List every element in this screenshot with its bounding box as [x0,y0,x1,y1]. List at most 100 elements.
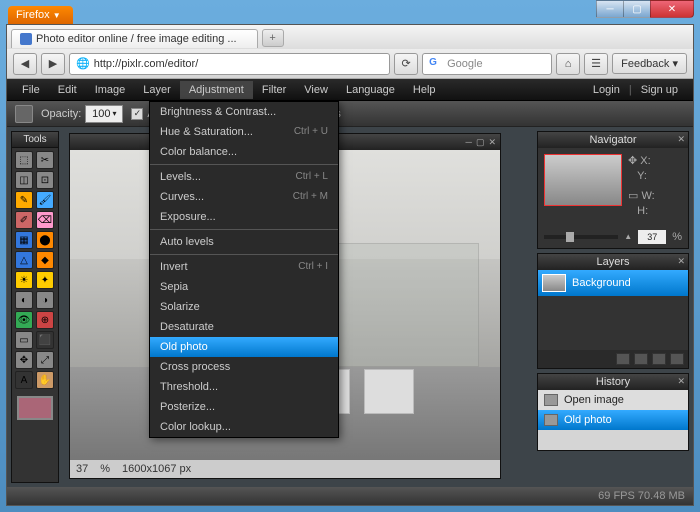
zoom-value: 37 [76,463,88,475]
navigator-thumbnail[interactable] [544,154,622,206]
new-tab-button[interactable]: + [262,29,284,47]
dd-curves-[interactable]: Curves...Ctrl + M [150,187,338,207]
tools-panel: Tools ⬚✂◫⊡✎🖌✐⌫▦⬤△◆☀✦◐◑👁⊕▭⬛✥⤢A✋ [11,131,59,483]
layer-row-background[interactable]: Background [538,270,688,296]
opacity-label: Opacity: [41,108,81,120]
tool-23[interactable]: ✋ [36,371,54,389]
history-item[interactable]: Open image [538,390,688,410]
dd-color-balance-[interactable]: Color balance... [150,142,338,162]
tool-19[interactable]: ⬛ [36,331,54,349]
window-minimize-button[interactable]: ─ [596,0,624,18]
tool-6[interactable]: ✐ [15,211,33,229]
navigator-coords: ✥ X: Y: ▭ W: H: [628,154,655,220]
dd-old-photo[interactable]: Old photo [150,337,338,357]
address-bar[interactable]: 🌐 http://pixlr.com/editor/ [69,53,390,75]
tool-4[interactable]: ✎ [15,191,33,209]
dd-levels-[interactable]: Levels...Ctrl + L [150,167,338,187]
tool-12[interactable]: ☀ [15,271,33,289]
opacity-input[interactable]: 100▾ [85,105,123,123]
layer-new-icon[interactable] [652,353,666,365]
tool-13[interactable]: ✦ [36,271,54,289]
tool-16[interactable]: 👁 [15,311,33,329]
signup-link[interactable]: Sign up [632,81,687,99]
menu-filter[interactable]: Filter [253,81,295,99]
menu-help[interactable]: Help [404,81,445,99]
layer-delete-icon[interactable] [670,353,684,365]
forward-button[interactable]: ▶ [41,53,65,75]
home-button[interactable]: ⌂ [556,53,580,75]
history-title: History [596,376,630,388]
google-icon: G [429,57,443,71]
tool-3[interactable]: ⊡ [36,171,54,189]
menu-adjustment[interactable]: Adjustment [180,81,253,99]
url-text: http://pixlr.com/editor/ [94,58,199,70]
tool-20[interactable]: ✥ [15,351,33,369]
tool-17[interactable]: ⊕ [36,311,54,329]
dd-auto-levels[interactable]: Auto levels [150,232,338,252]
menu-view[interactable]: View [295,81,337,99]
tool-21[interactable]: ⤢ [36,351,54,369]
color-swatch[interactable] [17,396,53,420]
menu-edit[interactable]: Edit [49,81,86,99]
window-controls: ─ ▢ ✕ [597,0,694,18]
canvas-maximize-icon[interactable]: ▢ [476,137,485,148]
navigator-title: Navigator [589,134,636,146]
reload-button[interactable]: ⟳ [394,53,418,75]
canvas-statusbar: 37 % 1600x1067 px [70,460,500,478]
dd-sepia[interactable]: Sepia [150,277,338,297]
layer-name: Background [572,277,631,289]
dd-threshold-[interactable]: Threshold... [150,377,338,397]
tool-22[interactable]: A [15,371,33,389]
tool-2[interactable]: ◫ [15,171,33,189]
tool-11[interactable]: ◆ [36,251,54,269]
dd-desaturate[interactable]: Desaturate [150,317,338,337]
tool-18[interactable]: ▭ [15,331,33,349]
dd-invert[interactable]: InvertCtrl + I [150,257,338,277]
adjustment-dropdown: Brightness & Contrast...Hue & Saturation… [149,101,339,438]
zoom-slider[interactable] [544,235,618,239]
window-maximize-button[interactable]: ▢ [623,0,651,18]
tool-10[interactable]: △ [15,251,33,269]
search-box[interactable]: G Google [422,53,552,75]
history-item[interactable]: Old photo [538,410,688,430]
zoom-slider-value[interactable]: 37 [638,230,666,244]
back-button[interactable]: ◀ [13,53,37,75]
tool-0[interactable]: ⬚ [15,151,33,169]
tool-15[interactable]: ◑ [36,291,54,309]
dd-brightness-contrast-[interactable]: Brightness & Contrast... [150,102,338,122]
tool-14[interactable]: ◐ [15,291,33,309]
dd-hue-saturation-[interactable]: Hue & Saturation...Ctrl + U [150,122,338,142]
dd-posterize-[interactable]: Posterize... [150,397,338,417]
browser-tab[interactable]: Photo editor online / free image editing… [11,29,258,48]
tool-1[interactable]: ✂ [36,151,54,169]
close-icon[interactable]: ✕ [677,376,685,387]
canvas-close-icon[interactable]: ✕ [488,137,496,148]
login-link[interactable]: Login [584,81,629,99]
tools-panel-title: Tools [12,132,58,148]
menu-language[interactable]: Language [337,81,404,99]
dd-cross-process[interactable]: Cross process [150,357,338,377]
bookmarks-button[interactable]: ☰ [584,53,608,75]
layers-title: Layers [596,256,629,268]
close-icon[interactable]: ✕ [677,256,685,267]
menu-layer[interactable]: Layer [134,81,180,99]
menu-file[interactable]: File [13,81,49,99]
options-toolbar: Opacity: 100▾ ✓Anti-alias ✓Contiguous Al… [7,101,693,127]
close-icon[interactable]: ✕ [677,134,685,145]
tool-9[interactable]: ⬤ [36,231,54,249]
layer-mask-icon[interactable] [634,353,648,365]
tool-preset-icon[interactable] [15,105,33,123]
dd-exposure-[interactable]: Exposure... [150,207,338,227]
tool-5[interactable]: 🖌 [36,191,54,209]
window-close-button[interactable]: ✕ [650,0,694,18]
pixlr-editor: FileEditImageLayerAdjustmentFilterViewLa… [7,79,693,505]
tool-8[interactable]: ▦ [15,231,33,249]
feedback-button[interactable]: Feedback ▾ [612,53,687,74]
firefox-button[interactable]: Firefox ▼ [8,6,73,24]
canvas-minimize-icon[interactable]: ─ [466,137,472,147]
tool-7[interactable]: ⌫ [36,211,54,229]
dd-solarize[interactable]: Solarize [150,297,338,317]
menu-image[interactable]: Image [86,81,135,99]
layer-settings-icon[interactable] [616,353,630,365]
dd-color-lookup-[interactable]: Color lookup... [150,417,338,437]
